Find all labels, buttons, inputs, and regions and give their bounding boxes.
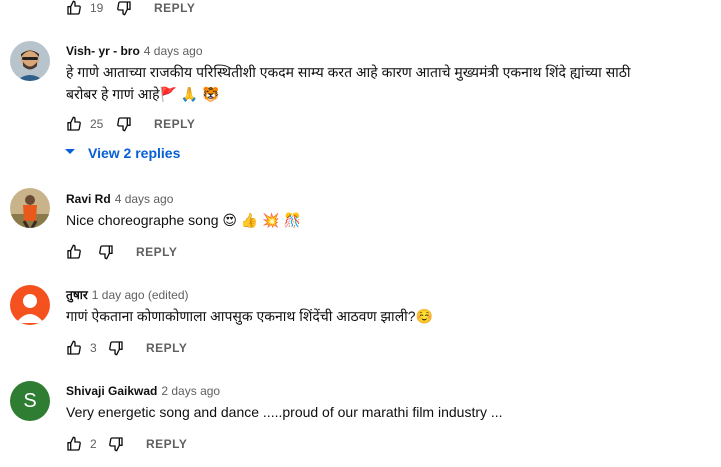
like-count: 3	[90, 341, 97, 355]
avatar[interactable]: S	[10, 381, 50, 421]
caret-down-icon	[64, 145, 76, 161]
dislike-button[interactable]	[98, 244, 114, 260]
thumbs-up-icon	[67, 244, 81, 259]
reply-button[interactable]: REPLY	[154, 117, 195, 131]
reply-button[interactable]: REPLY	[146, 341, 187, 355]
comment-actions: 25 REPLY	[66, 114, 195, 134]
like-count: 2	[90, 437, 97, 451]
comment-author[interactable]: Vish- yr - bro	[66, 44, 140, 58]
thumbs-down-icon	[109, 437, 123, 452]
dislike-button[interactable]	[116, 0, 132, 16]
thumbs-down-icon	[117, 1, 131, 16]
like-button[interactable]	[66, 340, 82, 356]
avatar-photo	[10, 41, 50, 81]
like-button[interactable]	[66, 0, 82, 16]
comment-text: Nice choreographe song 😍 👍 💥 🎊	[66, 212, 301, 228]
avatar[interactable]	[10, 285, 50, 325]
avatar[interactable]	[10, 41, 50, 81]
comment-text-line: हे गाणे आताच्या राजकीय परिस्थितीशी एकदम …	[66, 64, 631, 80]
comment-text-line: बरोबर हे गाणं आहे🚩 🙏 🐯	[66, 86, 220, 102]
comment-author[interactable]: तुषार	[66, 288, 88, 302]
comment-text: गाणं ऐकताना कोणाकोणाला आपसुक एकनाथ शिंदे…	[66, 308, 434, 324]
comment-actions: 3 REPLY	[66, 338, 187, 358]
dislike-button[interactable]	[108, 436, 124, 452]
thumbs-down-icon	[117, 117, 131, 132]
comment-time[interactable]: 1 day ago (edited)	[92, 288, 189, 302]
comment-header: तुषार 1 day ago (edited)	[66, 286, 189, 304]
comment-actions: REPLY	[66, 242, 177, 262]
reply-button[interactable]: REPLY	[146, 437, 187, 451]
thumbs-down-icon	[99, 245, 113, 260]
comment-header: Shivaji Gaikwad 2 days ago	[66, 382, 220, 400]
default-user-icon	[16, 294, 44, 323]
comment-time[interactable]: 2 days ago	[161, 384, 220, 398]
comment-text: Very energetic song and dance .....proud…	[66, 404, 503, 420]
like-count: 25	[90, 117, 104, 131]
like-count: 19	[90, 1, 104, 15]
avatar-photo	[10, 188, 50, 228]
avatar[interactable]	[10, 188, 50, 228]
like-button[interactable]	[66, 436, 82, 452]
dislike-button[interactable]	[108, 340, 124, 356]
comment-header: Ravi Rd 4 days ago	[66, 190, 173, 208]
comment-author[interactable]: Ravi Rd	[66, 192, 111, 206]
view-replies-button[interactable]: View 2 replies	[64, 143, 180, 163]
thumbs-up-icon	[67, 0, 81, 15]
thumbs-up-icon	[67, 436, 81, 451]
thumbs-up-icon	[67, 116, 81, 131]
view-replies-label: View 2 replies	[88, 145, 181, 161]
comment-author[interactable]: Shivaji Gaikwad	[66, 384, 157, 398]
like-button[interactable]	[66, 244, 82, 260]
comment-time[interactable]: 4 days ago	[144, 44, 203, 58]
avatar-letter: S	[23, 389, 37, 412]
thumbs-up-icon	[67, 340, 81, 355]
dislike-button[interactable]	[116, 116, 132, 132]
reply-button[interactable]: REPLY	[136, 245, 177, 259]
comment-time[interactable]: 4 days ago	[115, 192, 174, 206]
comment-header: Vish- yr - bro 4 days ago	[66, 42, 203, 60]
thumbs-down-icon	[109, 341, 123, 356]
like-button[interactable]	[66, 116, 82, 132]
comment-actions: 19 REPLY	[66, 0, 195, 18]
reply-button[interactable]: REPLY	[154, 1, 195, 15]
comment-text: हे गाणे आताच्या राजकीय परिस्थितीशी एकदम …	[66, 61, 706, 105]
comment-actions: 2 REPLY	[66, 434, 187, 454]
